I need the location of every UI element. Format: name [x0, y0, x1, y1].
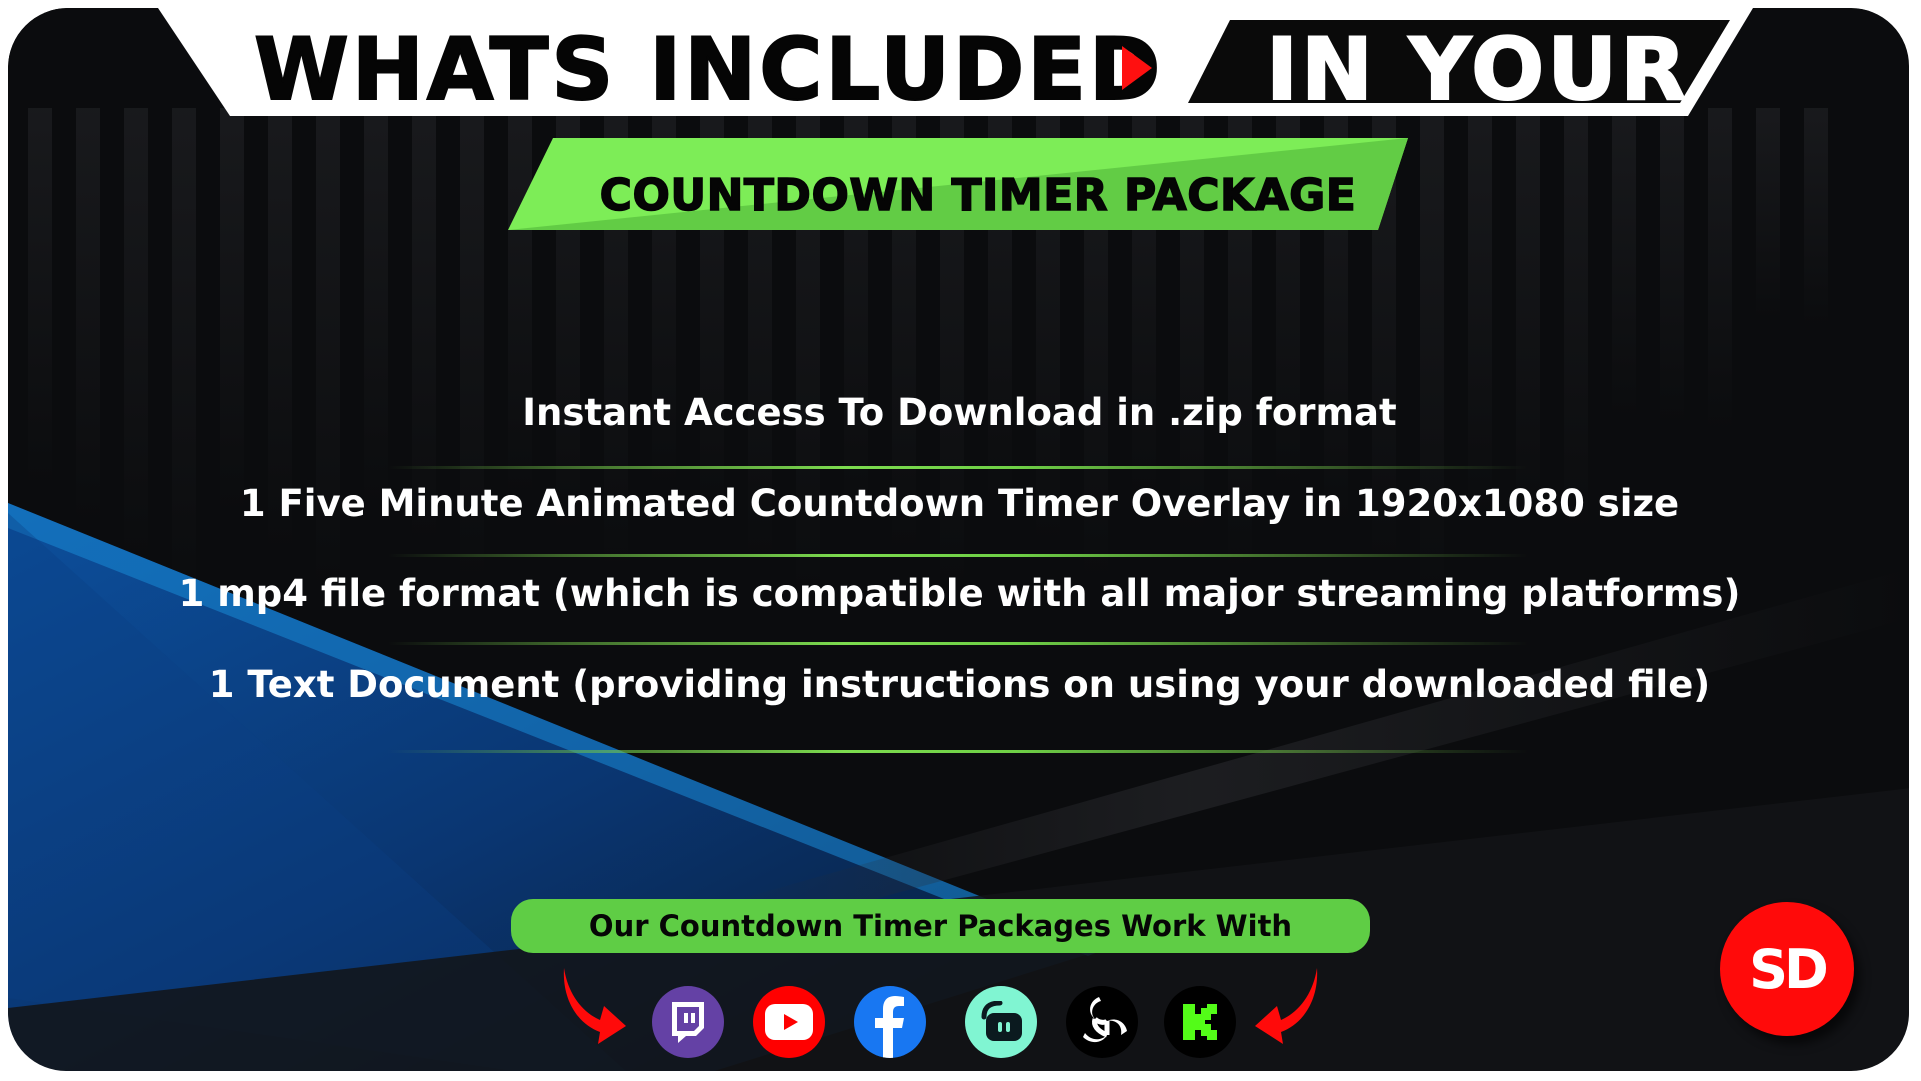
package-subtitle: COUNTDOWN TIMER PACKAGE — [599, 169, 1357, 222]
arrow-right-icon — [563, 968, 626, 1044]
feature-item: 1 Text Document (providing instructions … — [208, 663, 1711, 706]
play-triangle-icon — [1122, 46, 1152, 90]
brand-logo: SD — [1720, 902, 1854, 1036]
feature-item: 1 Five Minute Animated Countdown Timer O… — [239, 482, 1680, 525]
divider — [388, 642, 1528, 645]
divider — [388, 750, 1528, 753]
promo-canvas: WHATS INCLUDED IN YOUR COUNTDOWN TIMER P… — [8, 8, 1911, 1073]
compatibility-label: Our Countdown Timer Packages Work With — [588, 909, 1293, 943]
youtube-icon — [753, 986, 825, 1058]
feature-item: 1 mp4 file format (which is compatible w… — [178, 572, 1741, 615]
feature-item: Instant Access To Download in .zip forma… — [522, 391, 1397, 434]
twitch-icon — [652, 986, 724, 1058]
title-left: WHATS INCLUDED — [253, 19, 1164, 121]
facebook-icon — [854, 986, 926, 1058]
compatibility-banner: Our Countdown Timer Packages Work With — [511, 899, 1370, 953]
obs-icon — [1066, 986, 1138, 1058]
divider — [388, 466, 1528, 469]
streamlabs-icon — [965, 986, 1037, 1058]
kick-icon — [1164, 986, 1236, 1058]
title-right: IN YOUR — [1265, 19, 1690, 121]
divider — [388, 554, 1528, 557]
arrow-left-icon — [1255, 968, 1318, 1044]
brand-logo-text: SD — [1749, 937, 1829, 1001]
